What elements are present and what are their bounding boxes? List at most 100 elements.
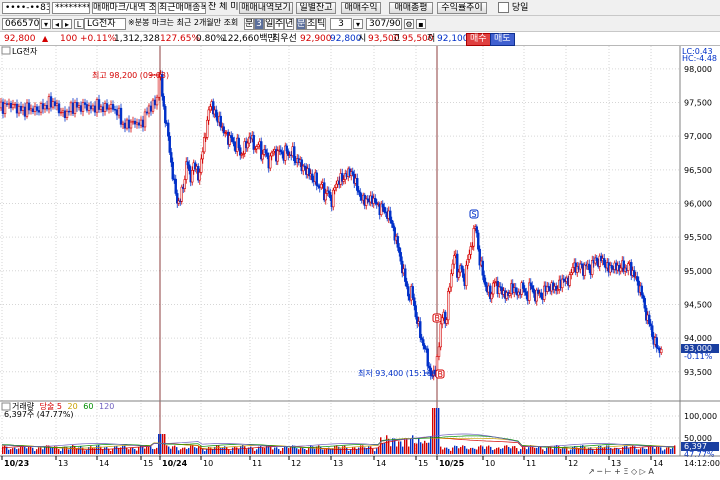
daily-balance-button[interactable]: 일별잔고 (296, 2, 336, 14)
candle-body (329, 192, 332, 199)
stock-code-input[interactable]: 066570 (2, 18, 40, 30)
volume-bar (382, 443, 384, 454)
stock-toolbar: 066570 ▾ ◂ ▸ L LG전자 ※분봉 마크는 최근 2개월만 조회 분… (0, 16, 720, 32)
volume-bar (444, 447, 446, 454)
volume-bar (448, 448, 450, 454)
candle-body (381, 203, 384, 208)
prev-icon[interactable]: ◂ (52, 19, 62, 29)
drawing-tools[interactable]: ↗ ─ ⊢ + Ξ ◇ ▷ A (588, 467, 654, 476)
trade-history-button[interactable]: 매매내역보기 (239, 2, 293, 14)
candle-body (188, 164, 191, 171)
today-checkbox[interactable] (498, 2, 509, 13)
search-icon[interactable]: ▾ (41, 19, 51, 29)
volume-bar (284, 445, 286, 454)
profit-trend-button[interactable]: 수익률추이 (437, 2, 487, 14)
candle-body (153, 99, 157, 106)
volume-bar (296, 448, 298, 454)
volume-bar (18, 448, 20, 454)
volume-bar (220, 448, 222, 454)
volume-legend-box-icon[interactable] (1, 402, 11, 411)
stock-type-icon[interactable]: L (74, 19, 84, 29)
candle-body (270, 152, 273, 157)
fill-filter-label[interactable]: 잔 체 미 (208, 2, 238, 14)
volume-bar (68, 449, 70, 454)
volume-bar (404, 438, 406, 454)
volume-bar (142, 446, 144, 454)
tab-trade-mark[interactable]: 매매마크/내역 조회 (92, 2, 156, 14)
period-tick-tab[interactable]: 틱 (316, 18, 326, 30)
volume-bar (256, 449, 258, 454)
candle-body (643, 298, 646, 309)
volume-bar (518, 451, 520, 454)
period-second-tab[interactable]: 초 (306, 18, 316, 30)
period-day-tab[interactable]: 일 (264, 18, 274, 30)
volume-bar (370, 446, 372, 454)
volume-bar (80, 446, 82, 454)
period-week-tab[interactable]: 주 (274, 18, 284, 30)
settings-icon[interactable]: ⚙ (404, 19, 414, 29)
candle-body (457, 271, 460, 278)
candle-body (484, 281, 487, 287)
volume-bar (494, 449, 496, 454)
volume-bar (464, 445, 466, 454)
candle-body (655, 337, 658, 349)
next-icon[interactable]: ▸ (62, 19, 72, 29)
volume-bar (132, 447, 134, 454)
candle-body (523, 288, 526, 293)
volume-bar (374, 451, 376, 454)
volume-bar (424, 440, 426, 454)
volume-bar (596, 448, 598, 454)
volume-bar (254, 450, 256, 454)
volume-bar (302, 448, 304, 454)
period-3-tab[interactable]: 3 (254, 18, 264, 30)
volume-bar (44, 447, 46, 454)
volume-bar (556, 445, 558, 454)
volume-bar (28, 446, 30, 454)
today-option[interactable]: 당일 (498, 2, 548, 14)
candle-body (648, 314, 651, 325)
account-select[interactable]: ••••-••83 (2, 2, 50, 14)
interval-select[interactable]: 3 (330, 18, 352, 30)
volume-bar (204, 451, 206, 454)
period-minute2-tab[interactable]: 분 (296, 18, 306, 30)
volume-bar (12, 448, 14, 454)
buy-button[interactable]: 매수 (466, 33, 491, 46)
price-axis-label: 97,500 (684, 98, 712, 107)
volume-bar (540, 446, 542, 454)
volume-value: 1,312,328 (114, 34, 160, 44)
tab-recent-items[interactable]: 최근매매종목 (158, 2, 206, 14)
period-year-tab[interactable]: 년 (284, 18, 294, 30)
trade-total-button[interactable]: 매매총평 (389, 2, 433, 14)
volume-bar (442, 449, 444, 454)
volume-bar (618, 448, 620, 454)
time-axis-label: 12 (291, 459, 301, 468)
period-minute-tab[interactable]: 분 (244, 18, 254, 30)
candle-body (640, 285, 643, 296)
chart-legend: LG전자 (12, 46, 38, 56)
candle-body (269, 155, 272, 169)
candle-body (540, 292, 543, 298)
candle-body (198, 172, 201, 181)
price-chart[interactable]: 98,000 97,500 97,000 96,500 96,000 95,500 95,0… (0, 46, 720, 480)
volume-bar (126, 447, 128, 454)
chevron-down-icon[interactable]: ▾ (353, 19, 363, 29)
volume-bar (166, 445, 168, 454)
volume-bar (560, 448, 562, 454)
volume-bar (62, 448, 64, 454)
volume-bar (180, 449, 182, 454)
candle-body (13, 103, 17, 106)
volume-bar (528, 447, 530, 454)
volume-bar (484, 448, 486, 454)
candle-body (383, 206, 386, 213)
candle-body (445, 319, 448, 324)
legend-box-icon[interactable] (1, 46, 11, 55)
trade-profit-button[interactable]: 매매수익 (341, 2, 381, 14)
candle-body (483, 274, 486, 283)
volume-bar (646, 448, 648, 454)
volume-bar (546, 447, 548, 454)
candle-body (139, 119, 143, 126)
sell-button[interactable]: 매도 (490, 33, 515, 46)
candle-body (85, 104, 89, 111)
zoom-icon[interactable]: ▪ (416, 19, 426, 29)
password-field[interactable]: ******** (52, 2, 90, 14)
